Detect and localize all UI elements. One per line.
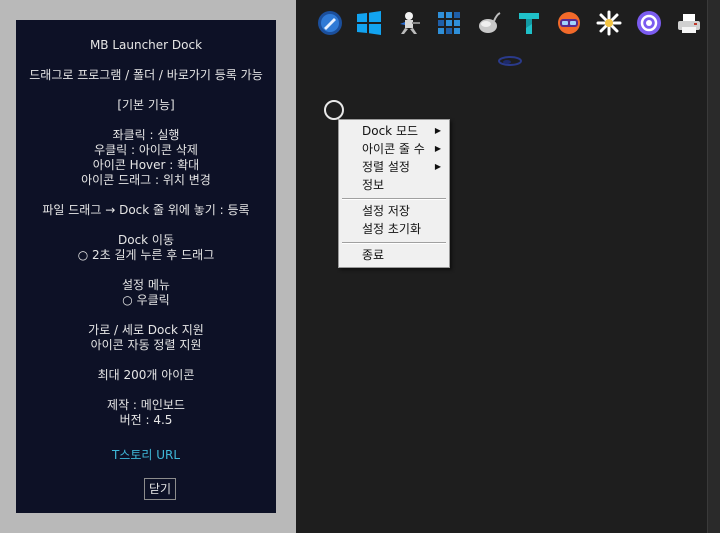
- menu-item-reset-settings[interactable]: 설정 초기화: [339, 220, 449, 238]
- tistory-link[interactable]: T스토리 URL: [16, 448, 276, 463]
- drag-ghost-icon: [498, 56, 522, 66]
- settings-menu-header: 설정 메뉴: [122, 278, 170, 292]
- menu-item-dock-mode[interactable]: Dock 모드 ▶: [339, 122, 449, 140]
- context-menu: Dock 모드 ▶ 아이콘 줄 수 ▶ 정렬 설정 ▶ 정보 설정 저장 설정 …: [338, 119, 450, 268]
- about-title: MB Launcher Dock: [89, 38, 203, 52]
- hover-text: 아이콘 Hover : 확대: [92, 158, 200, 172]
- file-drag-text: 파일 드래그 → Dock 줄 위에 놓기 : 등록: [42, 203, 250, 217]
- cursor-ring-icon: [324, 100, 344, 120]
- dock-move-desc: ○ 2초 길게 누른 후 드래그: [77, 248, 215, 262]
- menu-item-label: Dock 모드: [362, 124, 419, 138]
- printer-icon[interactable]: [676, 10, 702, 36]
- author-text: 제작 : 메인보드: [107, 398, 185, 412]
- windows-icon[interactable]: [356, 10, 382, 36]
- menu-item-label: 정보: [362, 178, 385, 192]
- menu-item-sort-settings[interactable]: 정렬 설정 ▶: [339, 158, 449, 176]
- menu-item-save-settings[interactable]: 설정 저장: [339, 202, 449, 220]
- submenu-arrow-icon: ▶: [434, 144, 441, 153]
- menu-item-icons-per-row[interactable]: 아이콘 줄 수 ▶: [339, 140, 449, 158]
- menu-separator: [342, 242, 446, 244]
- submenu-arrow-icon: ▶: [434, 126, 441, 135]
- menu-item-exit[interactable]: 종료: [339, 246, 449, 264]
- settings-menu-desc: ○ 우클릭: [122, 293, 170, 307]
- version-text: 버전 : 4.5: [119, 413, 173, 427]
- submenu-arrow-icon: ▶: [434, 162, 441, 171]
- flower-spark-icon[interactable]: [596, 10, 622, 36]
- vr-headset-icon[interactable]: [556, 10, 582, 36]
- left-click-text: 좌클릭 : 실행: [112, 128, 180, 142]
- menu-item-label: 아이콘 줄 수: [362, 142, 425, 156]
- chatgpt-icon[interactable]: [636, 10, 662, 36]
- grid-app-icon[interactable]: [436, 10, 462, 36]
- about-panel: MB Launcher Dock 드래그로 프로그램 / 폴더 / 바로가기 등…: [16, 20, 276, 513]
- auto-sort-text: 아이콘 자동 정렬 지원: [90, 338, 202, 352]
- robot-tool-icon[interactable]: [396, 10, 422, 36]
- max-icons-text: 최대 200개 아이콘: [97, 368, 195, 382]
- mouse-icon[interactable]: [476, 10, 502, 36]
- close-button[interactable]: 닫기: [144, 478, 176, 500]
- right-click-text: 우클릭 : 아이콘 삭제: [94, 143, 198, 157]
- menu-item-label: 정렬 설정: [362, 160, 410, 174]
- orientation-text: 가로 / 세로 Dock 지원: [88, 323, 204, 337]
- menu-item-label: 설정 초기화: [362, 222, 422, 236]
- dock-move-header: Dock 이동: [117, 233, 175, 247]
- menu-item-info[interactable]: 정보: [339, 176, 449, 194]
- basic-features-header: [기본 기능]: [117, 98, 175, 112]
- menu-item-label: 종료: [362, 248, 385, 262]
- icon-drag-text: 아이콘 드래그 : 위치 변경: [81, 173, 211, 187]
- blue-pen-app-icon[interactable]: [317, 10, 343, 36]
- t-letter-icon[interactable]: [516, 10, 542, 36]
- window-edge: [707, 0, 720, 533]
- menu-item-label: 설정 저장: [362, 204, 410, 218]
- menu-separator: [342, 198, 446, 200]
- drag-register-text: 드래그로 프로그램 / 폴더 / 바로가기 등록 가능: [29, 68, 263, 82]
